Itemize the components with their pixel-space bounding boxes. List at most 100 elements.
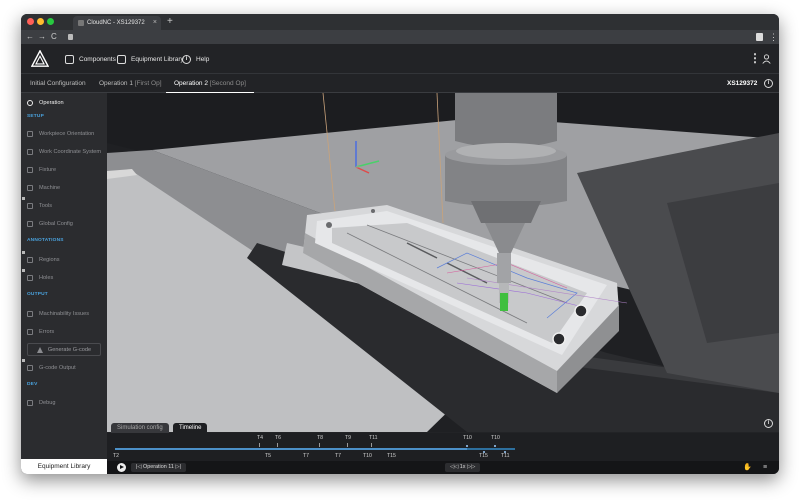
wrench-icon (27, 203, 33, 209)
layers-icon (117, 54, 126, 64)
browser-titlebar: CloudNC - XS129372 × + (21, 14, 779, 30)
sidebar-item-regions[interactable]: Regions (21, 253, 107, 267)
section-dev: DEV (27, 382, 38, 387)
gear-icon (27, 221, 33, 227)
forward-button[interactable]: → (38, 30, 46, 44)
sidebar-item-label: Errors (39, 329, 55, 335)
sidebar-item-label: Work Coordinate System (39, 149, 102, 155)
help-menu[interactable]: i Help (182, 44, 209, 74)
sidebar-item-work-coordinate-system[interactable]: Work Coordinate System (21, 145, 107, 159)
tool-label: T6 (275, 435, 282, 441)
cutting-tool (500, 293, 508, 311)
sidebar: Operation SETUP Workpiece Orientation Wo… (21, 93, 107, 474)
operation-tabs: Initial Configuration Operation 1 [First… (21, 74, 779, 93)
sidebar-item-workpiece-orientation[interactable]: Workpiece Orientation (21, 127, 107, 141)
play-button[interactable] (117, 463, 126, 472)
operation-selector[interactable]: |◁ Operation 11 ▷| (131, 463, 186, 472)
browser-menu-button[interactable]: ⋮ (769, 30, 778, 44)
tab-label: Operation 1 (99, 80, 133, 87)
sidebar-item-debug[interactable]: Debug (21, 396, 107, 410)
error-icon (27, 329, 33, 335)
timeline-marker[interactable] (466, 445, 468, 447)
help-icon: i (182, 54, 191, 64)
browser-tab-title: CloudNC - XS129372 (87, 20, 145, 26)
operation-icon (27, 100, 33, 106)
tab-operation-2[interactable]: Operation 2 [Second Op] (166, 74, 254, 93)
slower-icon[interactable]: ◁◁ (450, 464, 458, 470)
timeline-track[interactable] (115, 448, 515, 450)
prev-operation-icon[interactable]: |◁ (136, 464, 142, 470)
part-info-icon[interactable]: i (764, 79, 773, 88)
tool-label: T10 (363, 453, 372, 459)
tab-label: Operation 2 (174, 80, 208, 87)
sidebar-item-errors[interactable]: Errors (21, 325, 107, 339)
fixture-icon (27, 167, 33, 173)
sidebar-item-global-config[interactable]: Global Config (21, 217, 107, 231)
timeline-tick (259, 443, 260, 447)
sidebar-item-gcode-output[interactable]: G-code Output (21, 361, 107, 375)
tool-label: T9 (345, 435, 352, 441)
timeline-tick (319, 443, 320, 447)
new-tab-button[interactable]: + (167, 15, 173, 29)
more-options-icon[interactable]: ⋮ (749, 51, 761, 65)
sidebar-item-fixture[interactable]: Fixture (21, 163, 107, 177)
hand-tool-icon[interactable]: ✋ (743, 463, 752, 472)
equipment-library-footer-button[interactable]: Equipment Library (21, 459, 107, 474)
equipment-library-menu[interactable]: Equipment Library (117, 44, 184, 74)
tab-close-icon[interactable]: × (153, 16, 157, 30)
faster-icon[interactable]: ▷▷ (467, 464, 475, 470)
cloudnc-logo-icon[interactable] (31, 50, 49, 68)
tool-label: T10 (463, 435, 472, 441)
sidebar-item-label: G-code Output (39, 365, 76, 371)
app-header: Components Equipment Library i Help ⋮ (21, 44, 779, 74)
sidebar-item-machinability-issues[interactable]: Machinability Issues (21, 307, 107, 321)
browser-window: CloudNC - XS129372 × + ← → C ⋮ Component… (21, 14, 779, 474)
tab-timeline[interactable]: Timeline (173, 423, 208, 433)
user-icon[interactable] (762, 54, 771, 64)
timeline-marker[interactable] (494, 445, 496, 447)
operation-label: Operation 11 (143, 464, 174, 470)
sidebar-item-label: Fixture (39, 167, 57, 173)
sidebar-item-tools[interactable]: Tools (21, 199, 107, 213)
back-button[interactable]: ← (26, 30, 34, 44)
tab-sublabel: [First Op] (134, 80, 162, 87)
tab-initial-configuration[interactable]: Initial Configuration (30, 74, 86, 93)
sidebar-item-label: Machinability Issues (39, 311, 90, 317)
tab-simulation-config[interactable]: Simulation config (111, 423, 169, 433)
machining-scene[interactable] (107, 93, 779, 432)
generate-gcode-label: Generate G-code (47, 346, 92, 353)
tab-sublabel: [Second Op] (209, 80, 246, 87)
favicon-icon (78, 20, 84, 26)
timeline[interactable]: T4 T6 T8 T9 T11 T10 T10 T2 T5 T7 T7 T10 … (107, 433, 779, 461)
filter-icon (27, 400, 33, 406)
part-id: XS129372 (727, 80, 758, 87)
sidebar-item-operation[interactable]: Operation (21, 96, 107, 110)
timeline-tick (277, 443, 278, 447)
close-window-button[interactable] (27, 18, 34, 25)
generate-gcode-button[interactable]: Generate G-code (27, 343, 101, 356)
menu-icon[interactable]: ≡ (763, 463, 767, 472)
next-operation-icon[interactable]: ▷| (175, 464, 181, 470)
account-icon[interactable] (756, 33, 763, 41)
sidebar-item-label: Operation (39, 100, 64, 106)
tab-operation-1[interactable]: Operation 1 [First Op] (99, 74, 162, 93)
3d-viewport[interactable]: i (107, 93, 779, 432)
maximize-window-button[interactable] (47, 18, 54, 25)
sidebar-item-machine[interactable]: Machine (21, 181, 107, 195)
timeline-track-segment[interactable] (467, 448, 515, 450)
browser-tab[interactable]: CloudNC - XS129372 × (73, 16, 161, 30)
tool-label: T7 (335, 453, 342, 459)
speed-control[interactable]: ◁◁ 1x ▷▷ (445, 463, 481, 472)
sidebar-item-holes[interactable]: Holes (21, 271, 107, 285)
tool-label: T8 (317, 435, 324, 441)
sidebar-item-label: Workpiece Orientation (39, 131, 95, 137)
tool-label: T11 (501, 453, 510, 459)
components-menu[interactable]: Components (65, 44, 116, 74)
section-annotations: ANNOTATIONS (27, 238, 64, 243)
reload-button[interactable]: C (51, 30, 57, 44)
equipment-library-label: Equipment Library (131, 55, 184, 63)
section-setup: SETUP (27, 114, 44, 119)
minimize-window-button[interactable] (37, 18, 44, 25)
tool-label: T11 (369, 435, 378, 441)
help-label: Help (196, 55, 210, 63)
